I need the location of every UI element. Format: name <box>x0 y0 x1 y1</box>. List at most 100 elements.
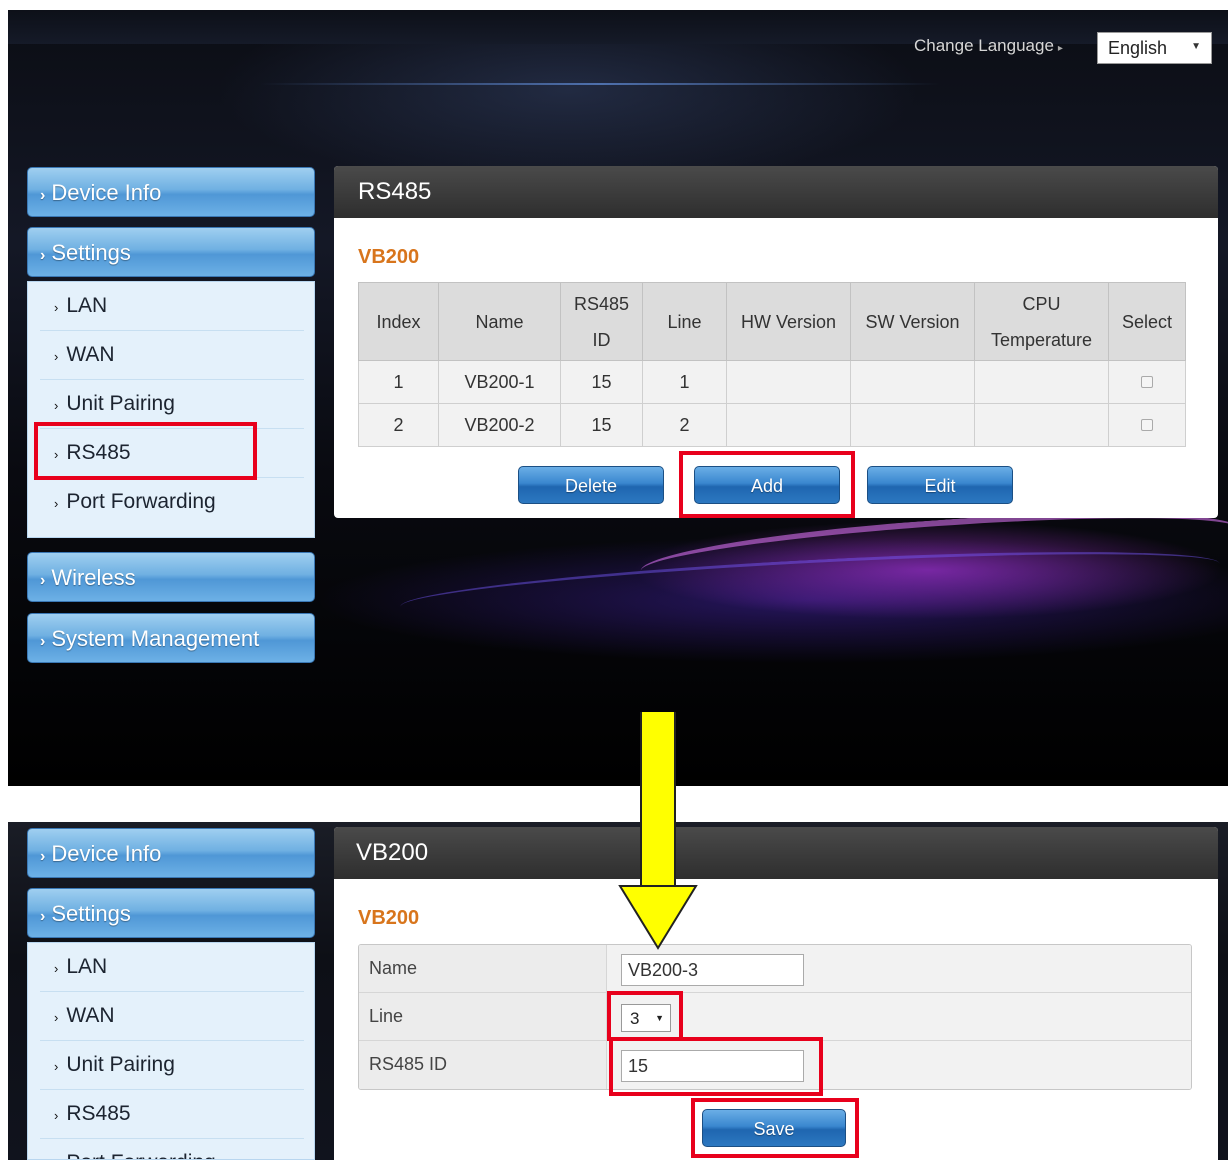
col-name: Name <box>438 282 561 361</box>
cell-line: 1 <box>642 360 727 404</box>
vb200-section-title: VB200 <box>358 907 420 929</box>
col-rs485-id: RS485 ID <box>560 282 643 361</box>
col-index: Index <box>358 282 439 361</box>
sidebar-settings-label: Settings <box>51 240 131 265</box>
col-cpu-temperature: CPU Temperature <box>974 282 1109 361</box>
cell-hw <box>726 403 851 447</box>
sidebar-item-label: Unit Pairing <box>66 392 175 415</box>
chevron-right-icon: › <box>54 300 59 315</box>
chevron-right-icon: › <box>40 247 46 264</box>
vb200-panel-header: VB200 <box>334 827 1218 879</box>
col-rs485-id-line2: ID <box>592 329 611 350</box>
col-rs485-id-line1: RS485 <box>573 293 630 314</box>
col-cpu-line1: CPU <box>1022 293 1061 314</box>
sidebar-item-lan[interactable]: › LAN <box>40 282 304 331</box>
sidebar-item-label: LAN <box>66 294 108 317</box>
cell-cpu <box>974 403 1109 447</box>
cell-cpu <box>974 360 1109 404</box>
sidebar-item-port-forwarding[interactable]: › Port Forwarding <box>40 478 304 527</box>
highlight-rs485-menu <box>34 422 257 480</box>
cell-name: VB200-2 <box>438 403 561 447</box>
chevron-right-icon: › <box>54 496 59 511</box>
highlight-rs485-id-input <box>609 1037 823 1096</box>
cell-index: 2 <box>358 403 439 447</box>
chevron-right-icon: › <box>54 1108 59 1123</box>
table-row: 1 VB200-1 15 1 <box>358 360 1186 404</box>
sidebar-item-wan[interactable]: › WAN <box>40 331 304 380</box>
chevron-right-icon: › <box>40 572 46 589</box>
line-label: Line <box>359 993 607 1040</box>
form-row-name: Name VB200-3 <box>359 945 1191 993</box>
table-header-row: Index Name RS485 ID Line HW Version SW Ve… <box>358 282 1186 361</box>
cell-hw <box>726 360 851 404</box>
sidebar-settings-label: Settings <box>51 901 131 926</box>
sidebar-item-rs485[interactable]: › RS485 <box>40 1090 304 1139</box>
sidebar-item-unit-pairing[interactable]: › Unit Pairing <box>40 1041 304 1090</box>
rs485-section-title: VB200 <box>358 246 420 268</box>
sidebar-device-info-label: Device Info <box>51 180 162 205</box>
name-value-cell: VB200-3 <box>607 945 1191 992</box>
cell-select <box>1108 403 1186 447</box>
col-line: Line <box>642 282 727 361</box>
row-select-checkbox[interactable] <box>1141 418 1153 431</box>
chevron-right-icon: › <box>54 961 59 976</box>
edit-button[interactable]: Edit <box>867 466 1013 504</box>
sidebar-item-label: Unit Pairing <box>66 1053 175 1076</box>
sidebar-item-label: Port Forwarding <box>66 490 216 513</box>
name-input[interactable]: VB200-3 <box>621 954 804 986</box>
sidebar-item-label: LAN <box>66 955 108 978</box>
highlight-add-button <box>679 451 855 518</box>
cell-select <box>1108 360 1186 404</box>
sidebar-device-info[interactable]: › Device Info <box>27 828 315 878</box>
sidebar-wireless-label: Wireless <box>51 565 136 590</box>
sidebar-system-management-label: System Management <box>51 626 260 651</box>
settings-submenu: ›LAN ›WAN ›Unit Pairing ›RS485 ›Port For… <box>27 281 315 538</box>
language-select[interactable]: English ▼ <box>1097 32 1212 64</box>
sidebar-settings[interactable]: › Settings <box>27 227 315 277</box>
rs485-id-label: RS485 ID <box>359 1041 607 1089</box>
sidebar-item-port-forwarding[interactable]: ›Port Forwarding <box>40 1139 304 1159</box>
caret-right-icon: ▸ <box>1057 43 1063 54</box>
cell-line: 2 <box>642 403 727 447</box>
tutorial-canvas: Change Language ▸ English ▼ › Device Info … <box>0 0 1228 1160</box>
change-language-text: Change Language <box>914 36 1054 55</box>
sidebar-device-info[interactable]: › Device Info <box>27 167 315 217</box>
chevron-right-icon: › <box>54 349 59 364</box>
dropdown-arrow-icon: ▼ <box>1191 41 1201 52</box>
cell-id: 15 <box>560 360 643 404</box>
chevron-right-icon: › <box>40 633 46 650</box>
sidebar-system-management[interactable]: › System Management <box>27 613 315 663</box>
line-value-cell: 3 ▼ <box>607 993 1191 1040</box>
cell-sw <box>850 360 975 404</box>
row-select-checkbox[interactable] <box>1141 375 1153 388</box>
sidebar-wireless[interactable]: › Wireless <box>27 552 315 602</box>
chevron-right-icon: › <box>54 1059 59 1074</box>
sidebar-item-label: WAN <box>66 1004 115 1027</box>
chevron-right-icon: › <box>40 187 46 204</box>
change-language-label: Change Language ▸ <box>914 36 1063 56</box>
form-row-line: Line 3 ▼ <box>359 993 1191 1041</box>
chevron-right-icon: › <box>40 908 46 925</box>
col-sw-version: SW Version <box>850 282 975 361</box>
sidebar-settings[interactable]: › Settings <box>27 888 315 938</box>
col-cpu-line2: Temperature <box>990 329 1093 350</box>
cell-sw <box>850 403 975 447</box>
name-label: Name <box>359 945 607 992</box>
header-glow-line <box>260 83 940 85</box>
cell-name: VB200-1 <box>438 360 561 404</box>
yellow-arrow-shaft <box>640 712 676 890</box>
sidebar-item-wan[interactable]: › WAN <box>40 992 304 1041</box>
chevron-right-icon: › <box>54 1010 59 1025</box>
rs485-panel-header: RS485 <box>334 166 1218 218</box>
chevron-right-icon: › <box>54 398 59 413</box>
col-select: Select <box>1108 282 1186 361</box>
settings-submenu: › LAN › WAN › Unit Pairing ›RS485 ›Port For… <box>27 942 315 1160</box>
table-row: 2 VB200-2 15 2 <box>358 403 1186 447</box>
language-selected-value: English <box>1108 38 1168 58</box>
cell-index: 1 <box>358 360 439 404</box>
sidebar-device-info-label: Device Info <box>51 841 162 866</box>
delete-button[interactable]: Delete <box>518 466 664 504</box>
arrow-down-icon <box>618 885 698 950</box>
rs485-device-table: Index Name RS485 ID Line HW Version SW Ve… <box>358 282 1186 447</box>
sidebar-item-lan[interactable]: › LAN <box>40 943 304 992</box>
